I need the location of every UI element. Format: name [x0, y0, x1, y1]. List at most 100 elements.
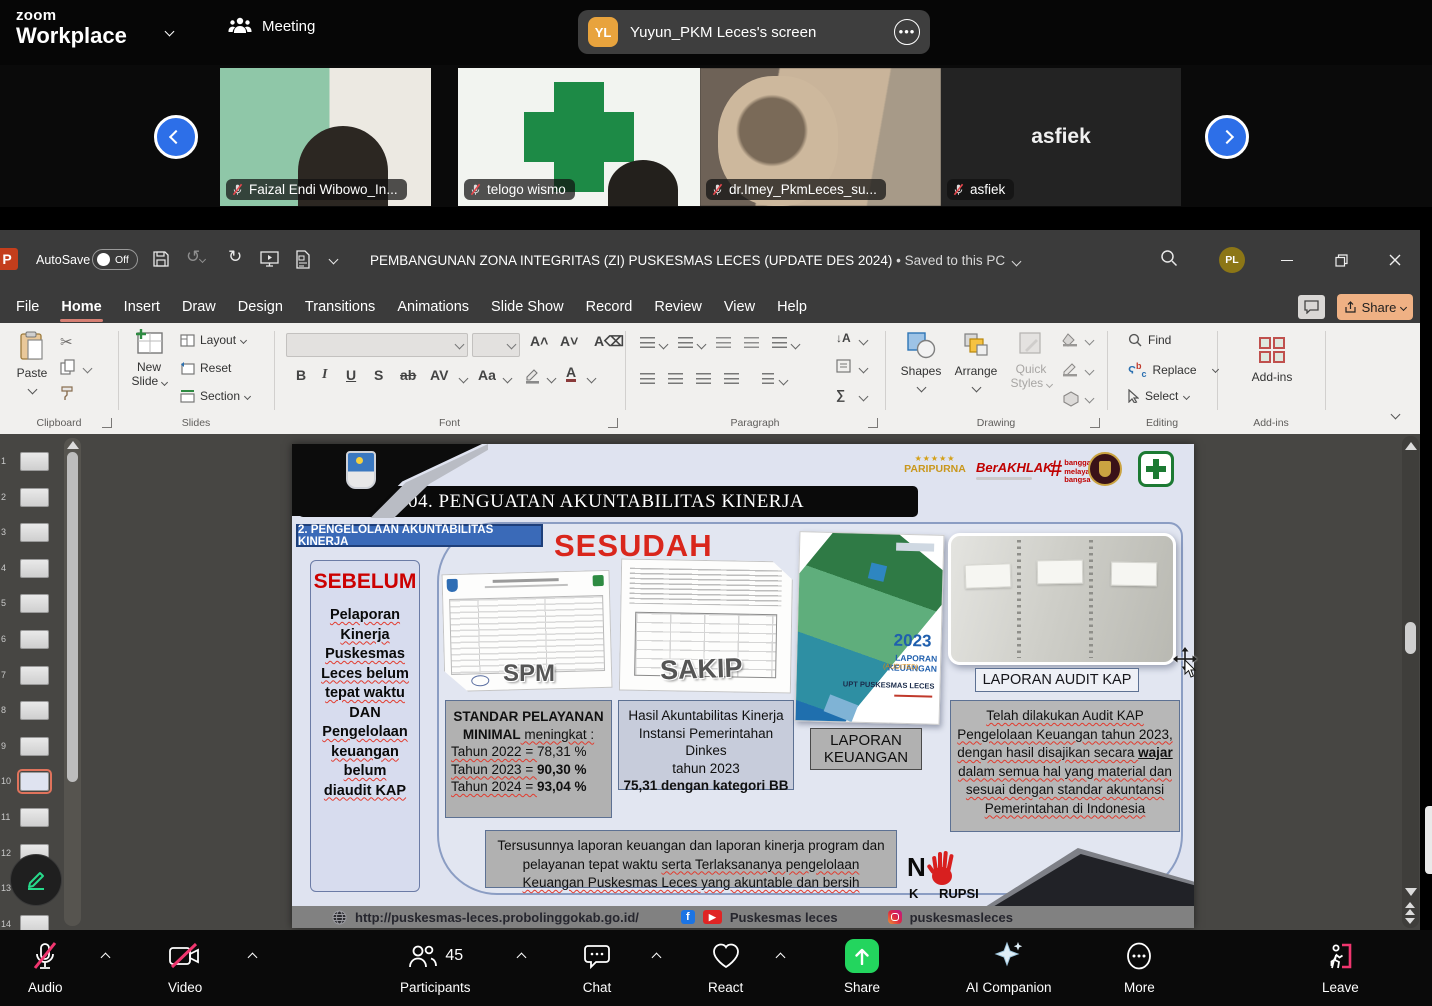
video-strip: Faizal Endi Wibowo_In... telogo wismo dr…: [0, 65, 1432, 207]
next-videos-button[interactable]: [1205, 115, 1249, 159]
muted-mic-icon: [231, 183, 244, 196]
video-tile[interactable]: dr.Imey_PkmLeces_su...: [700, 68, 941, 206]
bullets-icon: [640, 337, 655, 348]
more-label: More: [1124, 980, 1155, 995]
tab-meeting[interactable]: Meeting: [228, 16, 315, 36]
clear-formatting-icon: A⌫: [594, 333, 624, 350]
decrease-indent-icon: [716, 337, 731, 348]
video-tile[interactable]: asfiek asfiek: [941, 68, 1181, 206]
ai-companion-button[interactable]: AI Companion: [966, 938, 1052, 995]
audio-button[interactable]: Audio: [28, 938, 63, 995]
participant-name: telogo wismo: [487, 182, 566, 197]
paragraph-group-label: Paragraph: [625, 417, 885, 429]
participant-name-tag: dr.Imey_PkmLeces_su...: [706, 179, 886, 200]
leave-button[interactable]: Leave: [1322, 938, 1359, 995]
more-options-icon[interactable]: •••: [894, 19, 920, 45]
zoom-workplace-logo: zoom Workplace: [16, 8, 127, 47]
numbering-icon: [678, 337, 693, 348]
chevron-down-icon[interactable]: [165, 27, 175, 37]
previous-videos-button[interactable]: [154, 115, 198, 159]
chat-label: Chat: [583, 980, 612, 995]
editing-group-label: Editing: [1107, 417, 1217, 429]
shape-effects-icon: [1062, 391, 1080, 407]
meeting-tab-label: Meeting: [262, 18, 315, 35]
redo-icon: ↻: [228, 247, 242, 267]
document-title-text: PEMBANGUNAN ZONA INTEGRITAS (ZI) PUSKESM…: [370, 253, 892, 268]
annotate-button[interactable]: [10, 854, 62, 906]
increase-indent-icon: [744, 337, 759, 348]
qat-more-icon: [329, 255, 339, 265]
laporan-keuangan-box: LAPORANKEUANGAN: [810, 728, 922, 770]
shared-screen-label: Yuyun_PKM Leces's screen: [630, 24, 882, 41]
participant-name: Faizal Endi Wibowo_In...: [249, 182, 398, 197]
minimize-button: [1272, 246, 1302, 274]
ppt-menu-bar: FileHomeInsertDrawDesignTransitionsAnima…: [0, 290, 1420, 323]
chat-icon: [582, 942, 612, 970]
pmp-circle-logo: [1088, 452, 1122, 486]
ppt-canvas: 1234567891011121314 04. PENGUATAN AKUNTA…: [0, 434, 1420, 930]
start-presentation-icon: [260, 250, 279, 268]
clipboard-group-label: Clipboard: [0, 417, 118, 429]
saved-status: Saved to this PC: [905, 253, 1006, 268]
more-button[interactable]: More: [1124, 938, 1155, 995]
avatar: YL: [588, 17, 618, 47]
section-label: Section: [200, 389, 240, 403]
berakhlak-logo: BerAKHLAK: [976, 460, 1053, 480]
find-label: Find: [1148, 333, 1171, 347]
participant-name-tag: asfiek: [947, 179, 1014, 200]
document-icon: [295, 250, 311, 269]
muted-mic-icon: [711, 183, 724, 196]
react-label: React: [708, 980, 743, 995]
video-label: Video: [168, 980, 202, 995]
video-button[interactable]: Video: [168, 938, 202, 995]
instagram-icon: [888, 910, 902, 924]
cover-subtitle: (AUDITED): [883, 663, 919, 671]
chat-options-chevron[interactable]: [652, 953, 662, 963]
drawing-dialog-launcher: [1090, 418, 1100, 428]
shadow-button: S: [374, 367, 383, 383]
react-options-chevron[interactable]: [776, 953, 786, 963]
video-tile[interactable]: Faizal Endi Wibowo_In...: [220, 68, 431, 206]
ppt-menu-file: File: [5, 294, 50, 320]
next-slide-button: [1405, 918, 1415, 924]
slide-thumbnail: 1: [0, 452, 60, 474]
shared-screen-pill[interactable]: YL Yuyun_PKM Leces's screen •••: [578, 10, 930, 54]
spm-result-box: STANDAR PELAYANAN MINIMAL meningkat : Ta…: [445, 700, 612, 818]
slide-thumbnail: 2: [0, 488, 60, 510]
participant-name-tag: Faizal Endi Wibowo_In...: [226, 179, 407, 200]
replace-button: Ϛbc Replace: [1128, 361, 1218, 379]
align-center-icon: [668, 373, 683, 384]
paripurna-stars: ★★★★★: [904, 454, 966, 463]
align-right-icon: [696, 373, 711, 384]
font-dialog-launcher: [608, 418, 618, 428]
format-painter-icon: [60, 385, 76, 401]
share-screen-button[interactable]: Share: [844, 938, 880, 995]
chat-button[interactable]: Chat: [582, 938, 612, 995]
participants-count: 45: [445, 947, 463, 965]
quick-styles-label-2: Styles: [1010, 376, 1043, 390]
character-spacing-button: AV: [430, 367, 448, 383]
powerpoint-app-icon: P: [0, 248, 18, 270]
slide-scrollbar: [1402, 436, 1419, 928]
font-size-combo: [472, 333, 520, 357]
share-icon: [1344, 301, 1357, 314]
ppt-menu-draw: Draw: [171, 294, 227, 320]
quick-styles-button: Quick Styles: [1006, 331, 1056, 390]
video-options-chevron[interactable]: [248, 953, 258, 963]
reset-button: Reset: [180, 361, 231, 375]
font-group-label: Font: [274, 417, 625, 429]
participants-button[interactable]: 45 Participants: [400, 938, 471, 995]
arrange-button: Arrange: [950, 331, 1002, 396]
audio-options-chevron[interactable]: [101, 953, 111, 963]
previous-slide-button: [1405, 902, 1415, 915]
participants-options-chevron[interactable]: [517, 953, 527, 963]
share-button: Share: [1337, 294, 1413, 320]
copy-icon: [60, 359, 75, 375]
ppt-menu-record: Record: [575, 294, 644, 320]
undo-icon: ↺: [186, 247, 205, 267]
video-tile[interactable]: telogo wismo: [458, 68, 700, 206]
korupsi-n: N: [907, 852, 926, 883]
new-slide-label-2: Slide: [131, 374, 158, 388]
sebelum-heading: SEBELUM: [311, 570, 419, 594]
react-button[interactable]: React: [708, 938, 743, 995]
